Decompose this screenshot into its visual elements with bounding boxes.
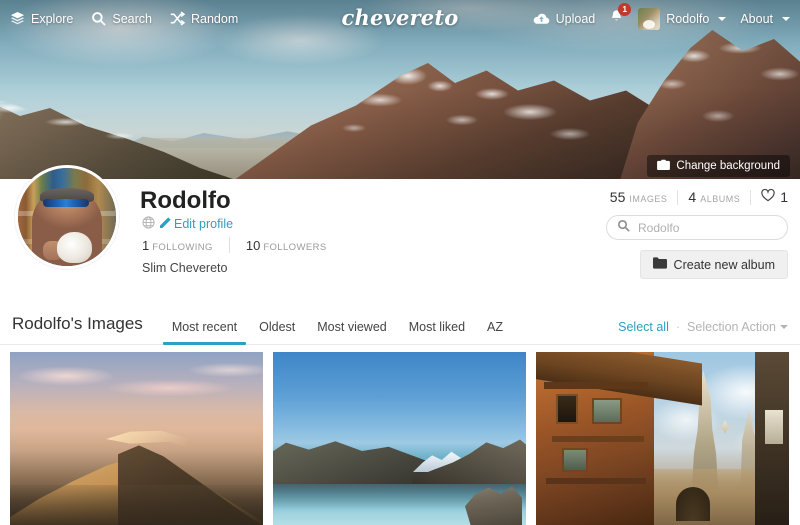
images-label: IMAGES — [629, 194, 668, 204]
dune-foreground — [10, 485, 263, 525]
page-root: Explore Search Random chevereto Upload 1… — [0, 0, 800, 525]
town-beam — [544, 382, 648, 389]
dune-clouds — [10, 362, 263, 412]
shuffle-icon — [170, 11, 185, 26]
create-new-album-button[interactable]: Create new album — [639, 250, 788, 279]
heart-icon — [761, 188, 775, 205]
nav-right-group: Upload 1 Rodolfo About — [533, 2, 790, 30]
profile-bio: Slim Chevereto — [142, 261, 228, 275]
layers-icon — [10, 11, 25, 26]
top-navigation-bar: Explore Search Random chevereto Upload 1… — [0, 0, 800, 37]
image-grid — [10, 352, 800, 525]
list-item[interactable] — [536, 352, 789, 525]
town-archway — [676, 487, 710, 521]
edit-profile-link[interactable]: Edit profile — [160, 217, 233, 231]
followers-count: 10 — [245, 237, 261, 253]
albums-count: 4 — [688, 189, 697, 205]
content-toolbar: Rodolfo's Images Most recent Oldest Most… — [0, 303, 800, 345]
globe-icon — [142, 216, 155, 232]
town-window — [765, 410, 783, 444]
selection-controls: Select all · Selection Action — [618, 320, 788, 344]
tab-most-liked[interactable]: Most liked — [398, 320, 476, 344]
nav-explore-label: Explore — [31, 11, 74, 26]
tab-most-recent-label: Most recent — [171, 320, 238, 334]
nav-about-label: About — [740, 11, 773, 26]
content-title: Rodolfo's Images — [12, 314, 143, 333]
folder-icon — [652, 257, 667, 272]
chevron-down-icon — [718, 16, 727, 21]
change-background-button[interactable]: Change background — [647, 155, 790, 177]
followers-stat[interactable]: 10 FOLLOWERS — [246, 238, 327, 253]
divider — [228, 237, 230, 253]
town-window — [562, 448, 588, 472]
pencil-icon — [160, 217, 171, 231]
likes-stat: 1 — [761, 188, 788, 205]
nav-explore-button[interactable]: Explore — [10, 11, 73, 26]
profile-stats: 55 IMAGES 4 ALBUMS 1 — [610, 188, 788, 205]
nav-random-button[interactable]: Random — [170, 11, 238, 26]
town-window — [556, 394, 578, 424]
tab-oldest[interactable]: Oldest — [248, 320, 306, 344]
nav-random-label: Random — [191, 11, 239, 26]
town-beam — [546, 478, 646, 484]
profile-avatar[interactable] — [15, 165, 119, 269]
tab-az-label: AZ — [487, 320, 504, 334]
following-stat[interactable]: 1 FOLLOWING — [142, 238, 213, 253]
search-icon — [91, 11, 106, 26]
avatar-sunglasses — [43, 199, 89, 208]
albums-label: ALBUMS — [700, 194, 741, 204]
town-beam — [552, 436, 644, 442]
profile-header: Rodolfo Edit profile 1 FOLLOWING 10 FOLL… — [0, 165, 800, 303]
likes-count: 1 — [780, 189, 788, 205]
change-background-label: Change background — [676, 160, 780, 172]
chevron-down-icon — [780, 325, 788, 329]
create-new-album-label: Create new album — [673, 257, 775, 272]
notification-count-badge: 1 — [618, 2, 632, 16]
tab-az[interactable]: AZ — [476, 320, 514, 344]
profile-follow-counts: 1 FOLLOWING 10 FOLLOWERS — [142, 237, 327, 253]
nav-upload-button[interactable]: Upload — [533, 11, 596, 26]
sort-tabs: Most recent Oldest Most viewed Most like… — [161, 320, 514, 345]
list-item[interactable] — [273, 352, 526, 525]
nav-notifications-button[interactable]: 1 — [609, 2, 632, 29]
tab-most-liked-label: Most liked — [408, 320, 466, 334]
tab-most-recent[interactable]: Most recent — [161, 320, 248, 345]
albums-stat: 4 ALBUMS — [688, 189, 740, 205]
followers-label: FOLLOWERS — [263, 241, 327, 253]
profile-search-box[interactable] — [606, 215, 788, 240]
cloud-upload-icon — [533, 12, 550, 26]
following-label: FOLLOWING — [152, 241, 213, 253]
search-icon — [617, 219, 630, 237]
edit-profile-label: Edit profile — [174, 217, 234, 231]
tab-oldest-label: Oldest — [259, 320, 296, 334]
nav-search-button[interactable]: Search — [91, 11, 152, 26]
select-all-link[interactable]: Select all — [618, 320, 669, 334]
nav-about-menu[interactable]: About — [740, 12, 790, 26]
divider — [677, 189, 679, 205]
nav-upload-label: Upload — [555, 11, 596, 26]
list-item[interactable] — [10, 352, 263, 525]
divider — [750, 189, 752, 205]
camera-icon — [657, 159, 671, 173]
search-input[interactable] — [636, 219, 777, 236]
images-stat: 55 IMAGES — [610, 189, 668, 205]
profile-subline: Edit profile — [142, 216, 233, 232]
images-count: 55 — [609, 189, 626, 205]
nav-left-group: Explore Search Random — [10, 11, 238, 26]
nav-search-label: Search — [112, 11, 152, 26]
town-window — [592, 398, 622, 424]
selection-action-label: Selection Action — [687, 320, 776, 334]
page-title: Rodolfo — [140, 187, 231, 214]
separator-dot: · — [675, 320, 681, 334]
nav-user-menu[interactable]: Rodolfo — [638, 7, 727, 30]
avatar — [638, 7, 661, 30]
following-count: 1 — [142, 237, 150, 253]
chevron-down-icon — [782, 16, 790, 21]
selection-action-dropdown[interactable]: Selection Action — [687, 320, 788, 334]
nav-user-label: Rodolfo — [666, 11, 710, 26]
tab-most-viewed-label: Most viewed — [317, 320, 387, 334]
tab-most-viewed[interactable]: Most viewed — [306, 320, 397, 344]
avatar-dog — [57, 231, 93, 264]
